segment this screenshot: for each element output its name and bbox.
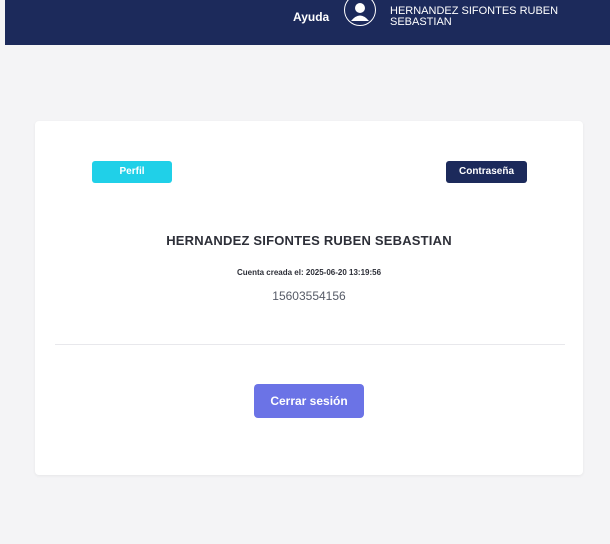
- account-created-date: Cuenta creada el: 2025-06-20 13:19:56: [236, 268, 382, 277]
- profile-full-name: HERNANDEZ SIFONTES RUBEN SEBASTIAN: [166, 233, 452, 248]
- top-navbar: Ayuda HERNANDEZ SIFONTES RUBEN SEBASTIAN: [5, 0, 610, 45]
- user-circle-icon[interactable]: [344, 0, 376, 26]
- divider: [55, 344, 565, 345]
- phone-number: 15603554156: [272, 289, 346, 303]
- tab-password[interactable]: Contraseña: [446, 161, 527, 183]
- tab-profile[interactable]: Perfil: [92, 161, 172, 183]
- help-link[interactable]: Ayuda: [293, 10, 329, 24]
- header-user-name[interactable]: HERNANDEZ SIFONTES RUBEN SEBASTIAN: [390, 6, 580, 28]
- logout-button[interactable]: Cerrar sesión: [254, 384, 364, 418]
- profile-card: Perfil Contraseña HERNANDEZ SIFONTES RUB…: [35, 121, 583, 475]
